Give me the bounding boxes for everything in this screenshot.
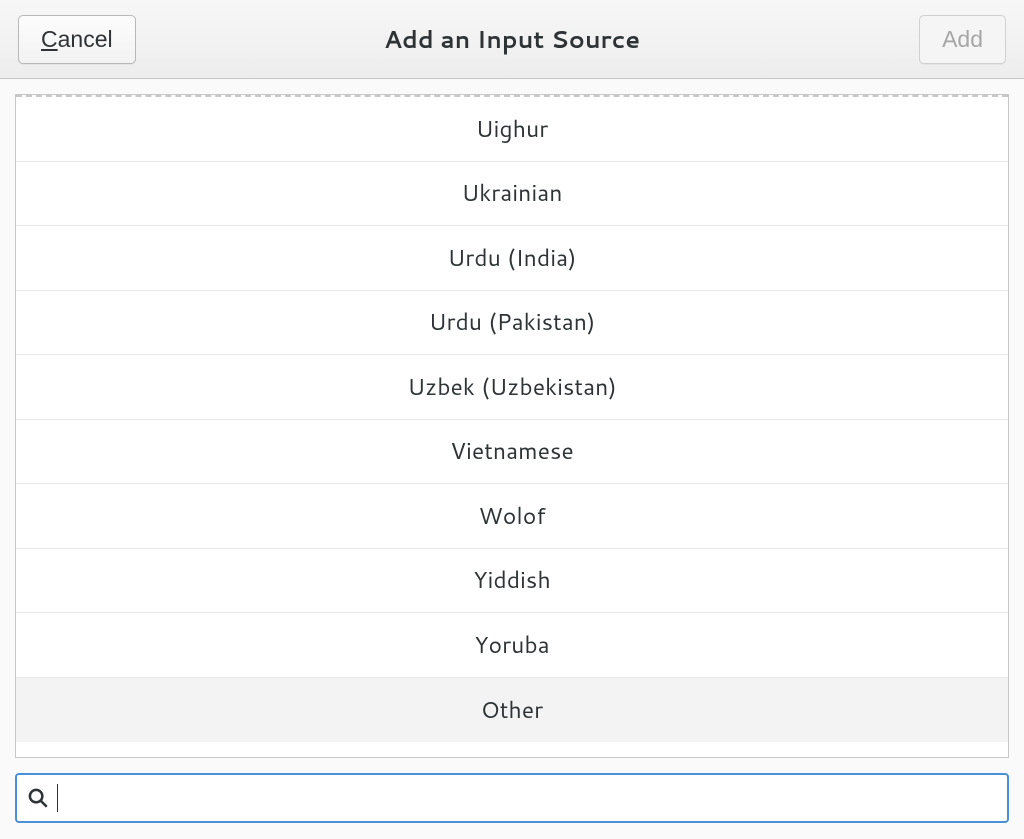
dialog-title: Add an Input Source (384, 22, 640, 56)
list-item-label: Yiddish (473, 564, 550, 596)
list-item[interactable]: Uzbek (Uzbekistan) (16, 355, 1008, 420)
list-item[interactable]: Wolof (16, 484, 1008, 549)
list-item-label: Urdu (Pakistan) (429, 306, 596, 338)
list-item[interactable]: Yoruba (16, 613, 1008, 678)
search-row (0, 758, 1024, 839)
add-button-label: Add (942, 26, 983, 53)
list-item[interactable]: Urdu (Pakistan) (16, 291, 1008, 356)
list-item-label: Uzbek (Uzbekistan) (407, 371, 616, 403)
search-icon (27, 787, 49, 809)
cancel-button-mnemonic: C (41, 26, 58, 53)
list-item[interactable]: Yiddish (16, 549, 1008, 614)
list-item[interactable]: Urdu (India) (16, 226, 1008, 291)
list-item[interactable]: Other (16, 678, 1008, 743)
list-item-label: Vietnamese (450, 435, 574, 467)
dialog-content: Uighur Ukrainian Urdu (India) Urdu (Pakista… (0, 79, 1024, 758)
list-item[interactable]: Vietnamese (16, 420, 1008, 485)
list-item[interactable]: Uighur (16, 97, 1008, 162)
input-source-list-frame: Uighur Ukrainian Urdu (India) Urdu (Pakista… (15, 94, 1009, 758)
list-item-label: Yoruba (474, 629, 549, 661)
list-item-label: Urdu (India) (448, 242, 577, 274)
list-item-label: Ukrainian (461, 177, 562, 209)
cancel-button-label: ancel (58, 26, 113, 53)
list-item-label: Uighur (476, 113, 548, 145)
search-box[interactable] (15, 773, 1009, 823)
list-item-label: Wolof (478, 500, 545, 532)
dialog-header: Cancel Add an Input Source Add (0, 0, 1024, 79)
add-button[interactable]: Add (919, 15, 1006, 64)
cancel-button[interactable]: Cancel (18, 15, 136, 64)
input-source-list[interactable]: Uighur Ukrainian Urdu (India) Urdu (Pakista… (16, 97, 1008, 757)
list-item[interactable]: Ukrainian (16, 162, 1008, 227)
list-item-label: Other (481, 694, 543, 726)
search-input[interactable] (58, 783, 997, 814)
